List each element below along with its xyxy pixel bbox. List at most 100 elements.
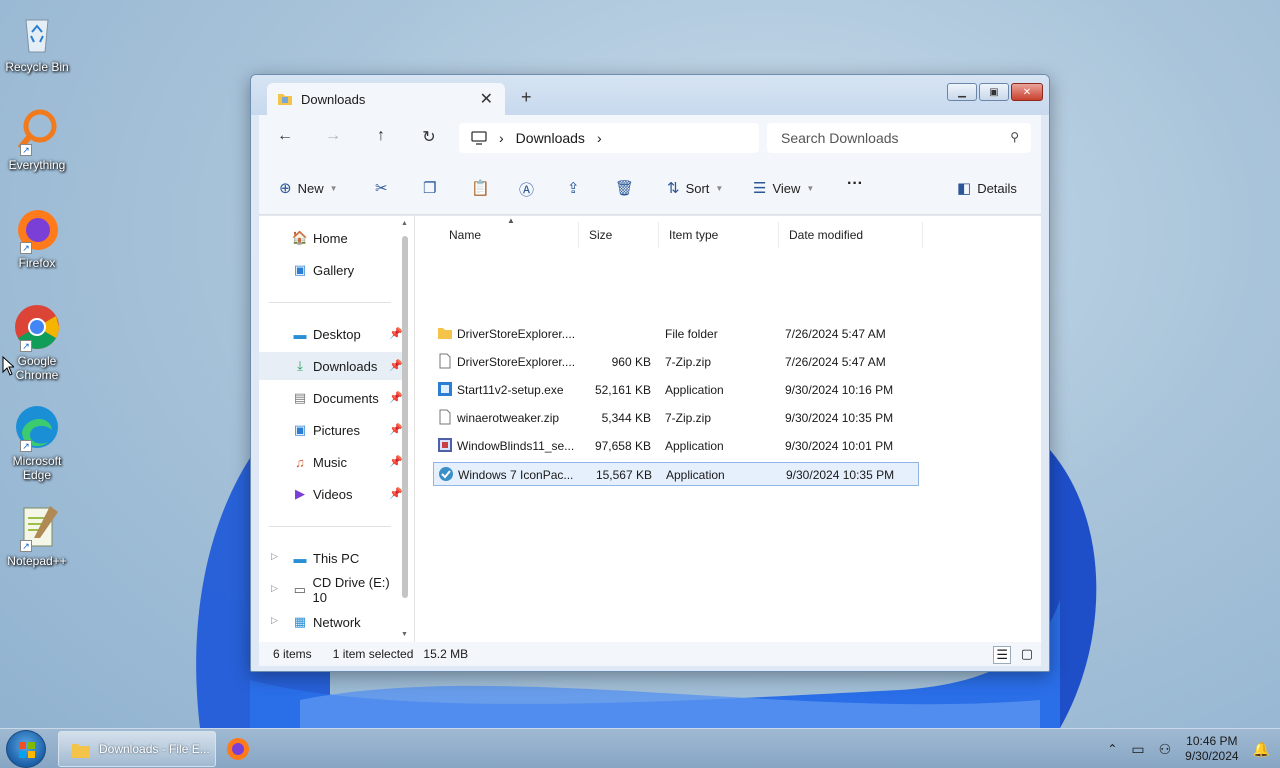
network-status-icon[interactable]: ⚇ [1159, 741, 1172, 758]
nav-item-documents[interactable]: ▤ Documents 📌 [259, 384, 405, 412]
column-label: Item type [669, 228, 719, 242]
nav-item-this-pc[interactable]: ▷ ▬ This PC [259, 544, 405, 572]
up-button[interactable]: ↑ [371, 127, 391, 145]
scroll-down-icon[interactable]: ▼ [401, 631, 408, 638]
clock[interactable]: 10:46 PM 9/30/2024 [1185, 734, 1238, 764]
desktop-icon-label: Everything [8, 158, 66, 172]
minimize-button[interactable]: ▁ [947, 83, 977, 101]
file-date: 9/30/2024 10:16 PM [785, 383, 894, 397]
desktop-icon-label: Recycle Bin [5, 60, 69, 74]
search-input[interactable]: Search Downloads ⚲ [767, 123, 1031, 153]
sort-icon: ⇅ [667, 180, 680, 197]
delete-button[interactable]: 🗑 [615, 179, 634, 197]
file-name: winaerotweaker.zip [457, 411, 560, 425]
display-icon[interactable]: ▭ [1131, 741, 1144, 758]
cut-button[interactable]: ✂ [375, 179, 388, 197]
nav-item-downloads[interactable]: ⤓ Downloads 📌 [259, 352, 405, 380]
download-icon: ⤓ [297, 358, 303, 373]
application-icon [438, 438, 452, 452]
back-button[interactable]: ← [275, 127, 295, 145]
start-button[interactable] [6, 730, 46, 768]
forward-button[interactable]: → [323, 127, 343, 145]
file-date: 9/30/2024 10:01 PM [785, 439, 894, 453]
title-bar[interactable]: Downloads ✕ + ▁ ▣ ✕ [251, 75, 1049, 115]
scroll-up-icon[interactable]: ▲ [401, 220, 408, 227]
details-view-icon[interactable]: ☰ [993, 646, 1011, 664]
music-icon: ♫ [295, 454, 305, 470]
shortcut-arrow-icon: ↗ [20, 144, 32, 156]
breadcrumb[interactable]: › Downloads › [459, 123, 759, 153]
notification-bell-icon[interactable]: 🔔 [1253, 741, 1270, 758]
new-button[interactable]: ⊕ New ▼ [279, 179, 338, 197]
expand-arrow-icon[interactable]: ▷ [271, 583, 278, 594]
nav-item-pictures[interactable]: ▣ Pictures 📌 [259, 416, 405, 444]
details-label: Details [977, 180, 1017, 196]
file-row[interactable]: WindowBlinds11_se... 97,658 KB Applicati… [433, 434, 919, 458]
refresh-button[interactable]: ↻ [419, 127, 439, 147]
desktop-icon-microsoft-edge[interactable]: ↗ Microsoft Edge [2, 402, 72, 482]
sort-button[interactable]: ⇅ Sort ▼ [667, 179, 723, 197]
close-tab-icon[interactable]: ✕ [480, 89, 493, 109]
tiles-view-icon[interactable]: ▢ [1021, 646, 1033, 662]
show-hidden-icons-icon[interactable]: ⌃ [1107, 742, 1117, 756]
tab-title: Downloads [301, 91, 366, 107]
nav-item-gallery[interactable]: ▣ Gallery [259, 256, 405, 284]
everything-search-icon: ↗ [12, 106, 62, 156]
close-button[interactable]: ✕ [1011, 83, 1043, 101]
edge-icon: ↗ [12, 402, 62, 452]
nav-item-desktop[interactable]: ▬ Desktop 📌 [259, 320, 405, 348]
nav-item-videos[interactable]: ▶ Videos 📌 [259, 480, 405, 508]
file-name: WindowBlinds11_se... [457, 439, 575, 453]
more-options-button[interactable]: ··· [847, 175, 863, 193]
file-name: Start11v2-setup.exe [457, 383, 564, 397]
copy-button[interactable]: ❐ [423, 179, 436, 197]
file-row[interactable]: DriverStoreExplorer.... 960 KB 7-Zip.zip… [433, 350, 919, 374]
new-tab-button[interactable]: + [521, 87, 532, 108]
shortcut-arrow-icon: ↗ [20, 242, 32, 254]
view-button[interactable]: ☰ View ▼ [753, 179, 814, 197]
nav-separator [269, 302, 391, 303]
nav-item-cd-drive[interactable]: ▷ ▭ CD Drive (E:) 10 [259, 575, 405, 605]
nav-item-music[interactable]: ♫ Music 📌 [259, 448, 405, 476]
desktop-icon-notepad-plus-plus[interactable]: ↗ Notepad++ [2, 502, 72, 568]
details-pane-button[interactable]: ◧ Details [957, 179, 1017, 197]
paste-button[interactable]: 📋 [471, 179, 490, 197]
selection-size: 15.2 MB [423, 647, 469, 661]
item-count: 6 items [273, 647, 312, 661]
column-label: Size [589, 228, 613, 242]
breadcrumb-location[interactable]: Downloads [516, 130, 585, 146]
column-header-type[interactable]: Item type [659, 222, 779, 248]
file-row[interactable]: DriverStoreExplorer.... File folder 7/26… [433, 322, 919, 346]
computer-icon: ▬ [293, 550, 307, 566]
desktop-icon-firefox[interactable]: ↗ Firefox [2, 204, 72, 270]
taskbar-task-label: Downloads - File E... [99, 742, 210, 756]
view-list-icon: ☰ [753, 180, 767, 197]
file-date: 9/30/2024 10:35 PM [785, 411, 894, 425]
file-explorer-window: Downloads ✕ + ▁ ▣ ✕ ← → ↑ ↻ › Downloads … [250, 74, 1050, 672]
nav-item-network[interactable]: ▷ ▦ Network [259, 608, 405, 636]
nav-label: Documents [313, 390, 379, 406]
window-controls: ▁ ▣ ✕ [947, 83, 1043, 101]
chevron-right-icon[interactable]: › [597, 130, 602, 146]
rename-button[interactable]: Ⓐ [519, 179, 534, 200]
file-row[interactable]: winaerotweaker.zip 5,344 KB 7-Zip.zip 9/… [433, 406, 919, 430]
scrollbar-thumb[interactable] [402, 236, 408, 598]
column-header-size[interactable]: Size [579, 222, 659, 248]
expand-arrow-icon[interactable]: ▷ [271, 551, 278, 562]
desktop-icon-everything[interactable]: ↗ Everything [2, 106, 72, 172]
tab-downloads[interactable]: Downloads ✕ [267, 83, 505, 115]
maximize-button[interactable]: ▣ [979, 83, 1009, 101]
file-row-selected[interactable]: Windows 7 IconPac... 15,567 KB Applicati… [433, 462, 919, 486]
share-button[interactable]: ⇪ [567, 179, 580, 197]
taskbar-firefox[interactable] [224, 735, 252, 763]
rename-icon: Ⓐ [519, 182, 535, 199]
nav-scrollbar[interactable]: ▲ ▼ [399, 220, 411, 638]
column-header-date[interactable]: Date modified [779, 222, 923, 248]
expand-arrow-icon[interactable]: ▷ [271, 615, 278, 626]
file-row[interactable]: Start11v2-setup.exe 52,161 KB Applicatio… [433, 378, 919, 402]
nav-item-home[interactable]: 🏠 Home [259, 224, 405, 252]
content-area: 🏠 Home ▣ Gallery ▬ Desktop 📌 ⤓ Downloads 📌 ▤ Do… [259, 216, 1041, 642]
column-header-name[interactable]: Name [439, 222, 579, 248]
taskbar-file-explorer[interactable]: Downloads - File E... [58, 731, 216, 767]
desktop-icon-recycle-bin[interactable]: Recycle Bin [2, 8, 72, 74]
